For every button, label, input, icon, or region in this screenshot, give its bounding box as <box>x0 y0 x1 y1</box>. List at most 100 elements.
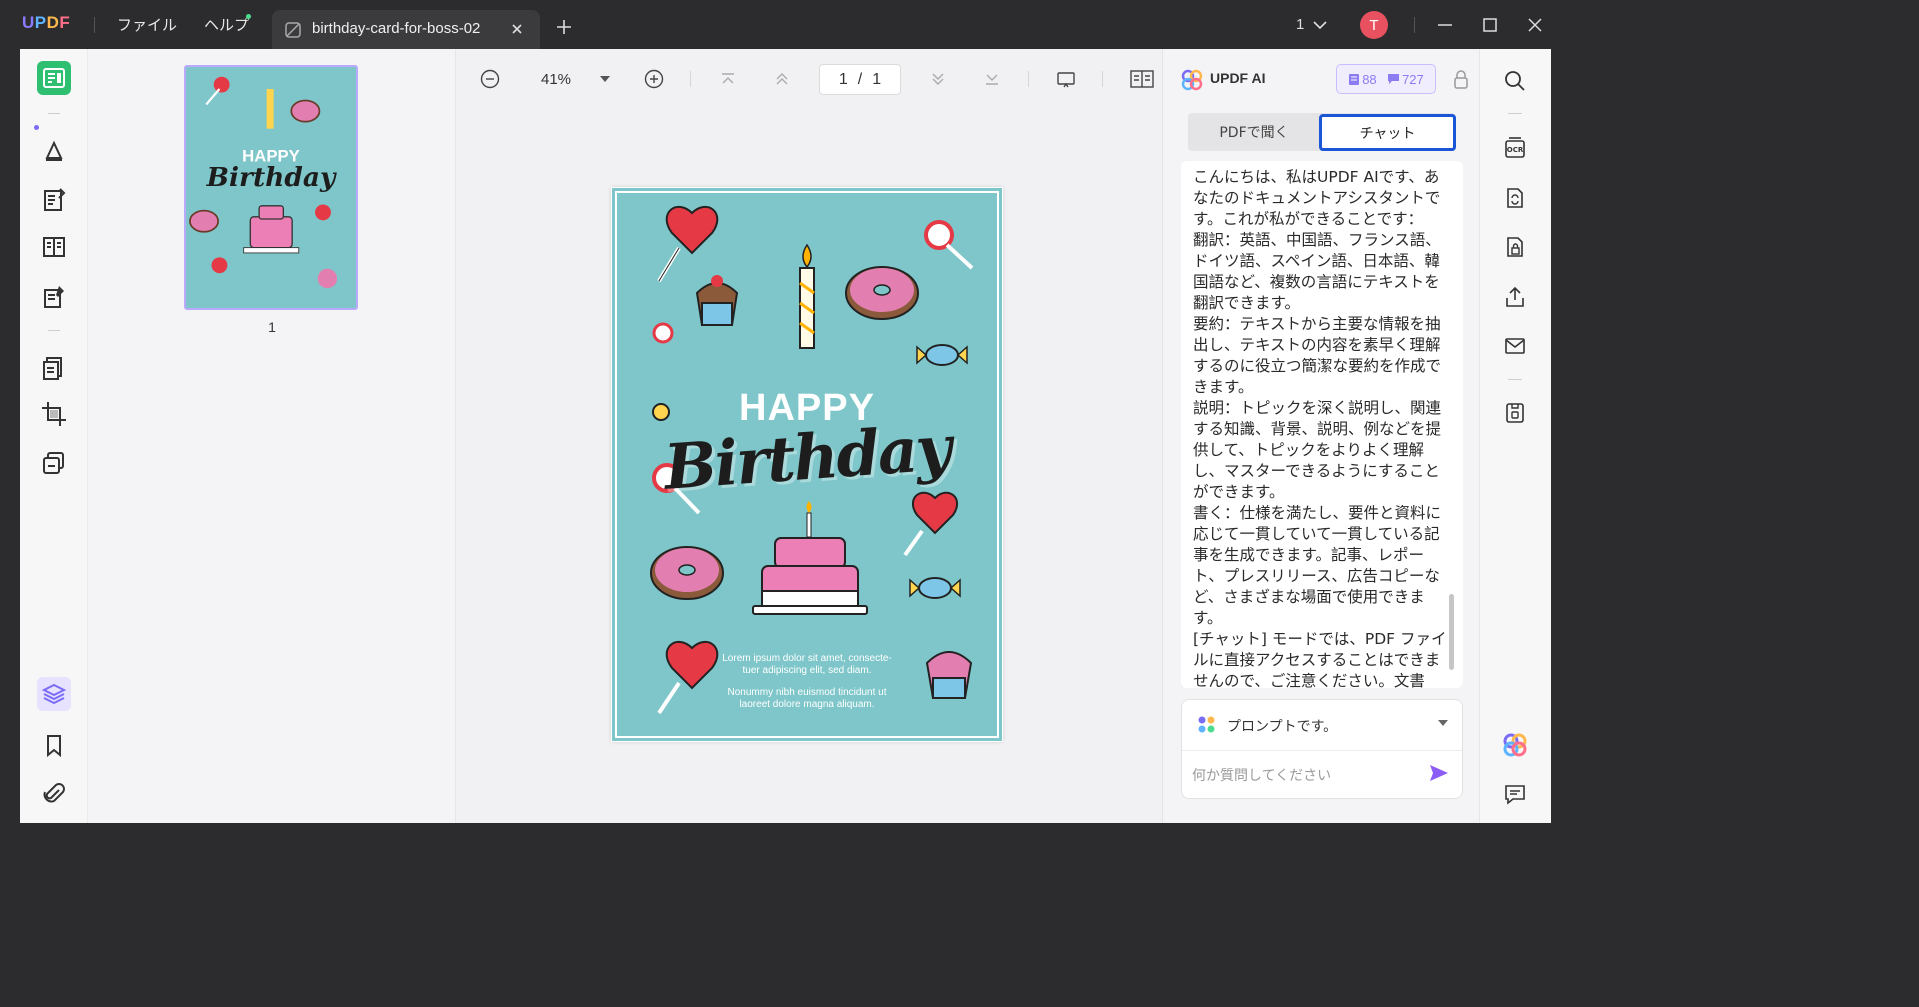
left-tool-rail <box>20 49 88 823</box>
total-pages: 1 <box>872 70 882 88</box>
view-toolbar: 41% 1 / 1 <box>456 49 1162 111</box>
cupcake-icon <box>695 275 739 326</box>
minimize-icon[interactable] <box>1436 16 1454 34</box>
presentation-icon[interactable] <box>1056 69 1076 89</box>
card-lorem-paragraph-2: Nonummy nibh euismod tincidunt ut laoree… <box>617 687 997 711</box>
first-page-icon[interactable] <box>718 69 738 89</box>
menu-divider <box>94 17 95 33</box>
tab-chat[interactable]: チャット <box>1319 114 1456 151</box>
chevron-down-icon[interactable] <box>1312 18 1328 32</box>
comment-list-icon[interactable] <box>1503 782 1527 806</box>
prompt-selector-label[interactable]: プロンプトです。 <box>1227 716 1337 736</box>
user-avatar[interactable]: T <box>1360 11 1388 39</box>
ai-mode-tabs: PDFで聞く チャット <box>1188 113 1456 151</box>
crop-tool-button[interactable] <box>37 397 71 431</box>
toolbar-divider <box>1102 71 1103 87</box>
document-tab-title: birthday-card-for-boss-02 <box>312 20 481 37</box>
page-thumbnail[interactable]: HAPPY Birthday <box>184 65 358 310</box>
toolbar-divider <box>1028 71 1029 87</box>
zoom-in-icon[interactable] <box>644 69 664 89</box>
toolbar-divider <box>690 71 691 87</box>
protect-pdf-icon[interactable] <box>1503 235 1527 259</box>
tab-ask-pdf[interactable]: PDFで聞く <box>1188 113 1320 151</box>
tab-close-icon[interactable] <box>508 20 526 38</box>
prompt-menu-icon[interactable] <box>1197 715 1217 735</box>
doc-credits: 88 <box>1348 71 1377 87</box>
prompt-composer: プロンプトです。 <box>1181 699 1463 799</box>
zoom-dropdown-icon[interactable] <box>600 76 610 84</box>
ask-question-input[interactable] <box>1192 764 1422 788</box>
svg-text:Birthday: Birthday <box>206 162 337 193</box>
ai-assistant-panel: UPDF AI 88 727 PDFで聞く チャット こんにちは、私はUPDF … <box>1162 49 1479 823</box>
window-left-edge <box>0 49 20 823</box>
donut-icon-2 <box>650 546 724 600</box>
lorem1-line2: tuer adipiscing elit, sed diam. <box>742 665 872 676</box>
fill-sign-button[interactable] <box>37 280 71 314</box>
ai-panel-title: UPDF AI <box>1210 70 1266 86</box>
page-number-input[interactable]: 1 / 1 <box>819 64 901 95</box>
reader-mode-button[interactable] <box>37 61 71 95</box>
page-layout-icon[interactable] <box>1130 69 1154 89</box>
document-view: 41% 1 / 1 HAPPY Birthday Lorem ipsum dol… <box>456 49 1162 823</box>
candle-icon <box>799 243 815 349</box>
document-tab-icon <box>284 21 302 39</box>
page-separator: / <box>857 70 863 88</box>
share-icon[interactable] <box>1503 285 1527 309</box>
chat-message-area[interactable]: こんにちは、私はUPDF AIです、あなたのドキュメントアシスタントです。これが… <box>1181 161 1463 688</box>
menu-help[interactable]: ヘルプ <box>204 14 249 35</box>
prompt-divider <box>1182 750 1462 751</box>
swirl-lollipop-icon <box>924 220 974 270</box>
send-icon[interactable] <box>1428 762 1450 784</box>
convert-pdf-icon[interactable] <box>1503 186 1527 210</box>
chat-credits: 727 <box>1387 72 1424 87</box>
attachment-button[interactable] <box>37 777 71 811</box>
new-tab-plus-icon[interactable] <box>555 18 573 36</box>
current-page: 1 <box>838 70 848 88</box>
ocr-icon[interactable]: OCR <box>1503 136 1527 160</box>
message-paragraph: 説明：トピックを深く説明し、関連する知識、背景、説明、例などを提供して、トピック… <box>1193 399 1442 501</box>
ai-credits-badge[interactable]: 88 727 <box>1336 64 1436 94</box>
pdf-page: HAPPY Birthday Lorem ipsum dolor sit ame… <box>611 187 1003 742</box>
search-icon[interactable] <box>1503 69 1527 93</box>
maximize-icon[interactable] <box>1481 16 1499 34</box>
doc-credits-value: 88 <box>1362 71 1377 87</box>
wrapped-candy-icon <box>916 344 968 366</box>
edit-pdf-button[interactable] <box>37 183 71 217</box>
zoom-level[interactable]: 41% <box>538 71 574 88</box>
updf-ai-icon[interactable] <box>1501 731 1529 759</box>
window-count[interactable]: 1 <box>1296 16 1304 33</box>
email-icon[interactable] <box>1503 334 1527 358</box>
form-tool-button[interactable] <box>37 230 71 264</box>
rail-divider <box>1508 113 1522 114</box>
rail-divider <box>1508 379 1522 380</box>
close-window-icon[interactable] <box>1526 16 1544 34</box>
message-paragraph: こんにちは、私はUPDF AIです、あなたのドキュメントアシスタントです。これが… <box>1193 168 1441 228</box>
wrapped-candy-icon-2 <box>909 577 961 599</box>
help-notification-dot <box>246 14 251 19</box>
prompt-dropdown-icon[interactable] <box>1438 720 1448 728</box>
right-tool-rail: OCR <box>1479 49 1551 823</box>
rail-divider <box>48 113 60 114</box>
save-icon[interactable] <box>1503 401 1527 425</box>
page-tools-button[interactable] <box>37 446 71 480</box>
chat-scrollbar[interactable] <box>1449 594 1454 670</box>
thumbnail-page-number: 1 <box>268 319 276 335</box>
menu-file[interactable]: ファイル <box>117 14 177 35</box>
updf-logo: UPDF <box>22 13 71 32</box>
lorem2-line1: Nonummy nibh euismod tincidunt ut <box>727 687 887 698</box>
zoom-out-icon[interactable] <box>480 69 500 89</box>
bookmark-button[interactable] <box>37 728 71 762</box>
mint-candy-icon <box>652 322 674 344</box>
organize-pages-button[interactable] <box>37 351 71 385</box>
previous-page-icon[interactable] <box>772 69 792 89</box>
lock-icon[interactable] <box>1453 69 1469 89</box>
rail-divider <box>48 330 60 331</box>
document-tab[interactable]: birthday-card-for-boss-02 <box>272 10 540 49</box>
comment-tool-button[interactable] <box>37 134 71 168</box>
last-page-icon[interactable] <box>982 69 1002 89</box>
rail-indicator <box>34 125 39 130</box>
ai-welcome-message: こんにちは、私はUPDF AIです、あなたのドキュメントアシスタントです。これが… <box>1193 167 1453 688</box>
next-page-icon[interactable] <box>928 69 948 89</box>
lollipop-heart-icon-2 <box>903 491 959 557</box>
layers-button[interactable] <box>37 677 71 711</box>
